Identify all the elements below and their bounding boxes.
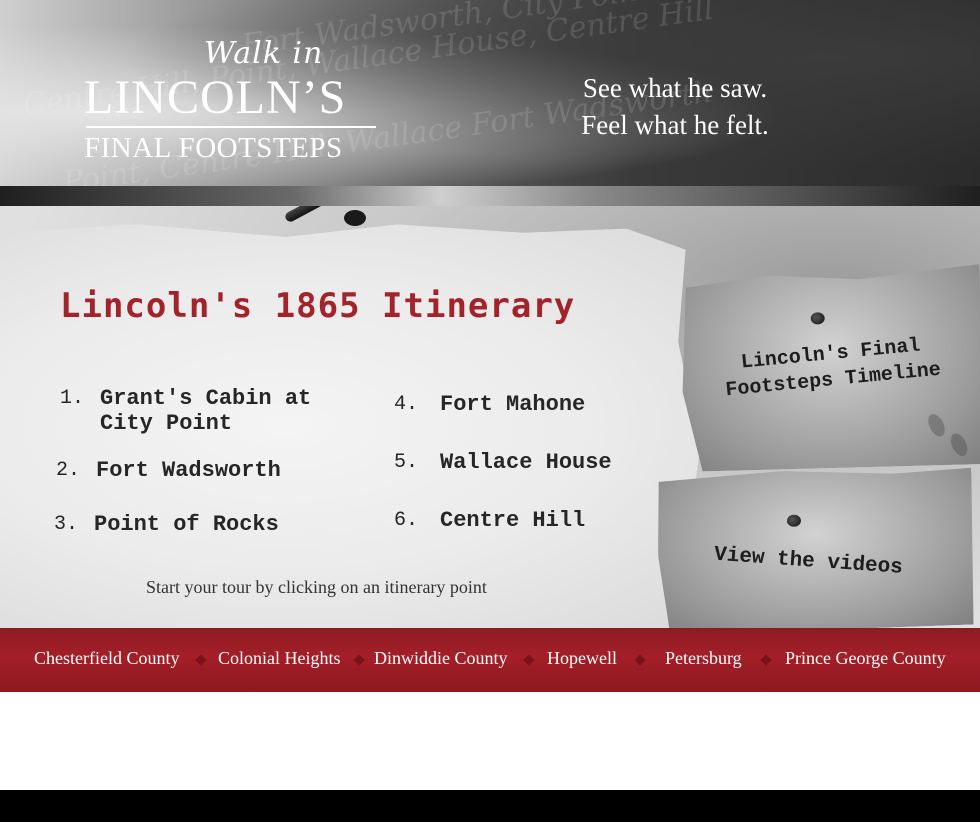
item-number: 1. xyxy=(60,387,85,410)
tagline-line-1: See what he saw. xyxy=(582,73,768,103)
diamond-separator-icon xyxy=(634,654,646,666)
timeline-card-label: Lincoln's Final Footsteps Timeline xyxy=(724,334,942,403)
timeline-card[interactable]: Lincoln's Final Footsteps Timeline xyxy=(679,264,980,472)
item-label: Fort Wadsworth xyxy=(96,458,281,483)
item-label: Fort Mahone xyxy=(440,392,586,417)
videos-card[interactable]: View the videos xyxy=(655,465,976,636)
diamond-separator-icon xyxy=(760,654,772,666)
itinerary-item-fort-mahone[interactable]: 4. Fort Mahone xyxy=(394,392,654,420)
item-number: 6. xyxy=(394,509,419,532)
videos-card-label: View the videos xyxy=(713,543,904,580)
footprint-icon xyxy=(925,411,948,439)
header-divider-band xyxy=(0,186,980,206)
pin-icon xyxy=(787,515,801,527)
footer-strip xyxy=(0,790,980,822)
item-number: 5. xyxy=(394,451,419,474)
itinerary-item-point-of-rocks[interactable]: 3. Point of Rocks xyxy=(54,512,354,540)
item-label: Point of Rocks xyxy=(94,512,279,537)
county-link-chesterfield[interactable]: Chesterfield County xyxy=(34,648,179,669)
county-link-petersburg[interactable]: Petersburg xyxy=(665,648,742,669)
logo-final-footsteps: FINAL FOOTSTEPS xyxy=(84,132,343,164)
pin-icon xyxy=(811,312,825,324)
tagline-line-2: Feel what he felt. xyxy=(581,110,769,140)
nail-head-icon xyxy=(344,210,366,226)
item-number: 3. xyxy=(54,513,79,536)
header-banner: Fort Wadsworth, City Point Centre Hill, … xyxy=(0,0,980,190)
diamond-separator-icon xyxy=(523,654,535,666)
itinerary-item-grants-cabin[interactable]: 1. Grant's Cabin at City Point xyxy=(60,386,360,438)
logo-walk-in: Walk in xyxy=(204,36,324,71)
county-link-colonial-heights[interactable]: Colonial Heights xyxy=(218,648,341,669)
logo-lincolns: LINCOLN’S xyxy=(84,71,347,124)
diamond-separator-icon xyxy=(353,654,365,666)
county-link-prince-george[interactable]: Prince George County xyxy=(785,648,946,669)
item-number: 2. xyxy=(56,459,81,482)
item-label: Centre Hill xyxy=(440,508,586,533)
itinerary-item-fort-wadsworth[interactable]: 2. Fort Wadsworth xyxy=(56,458,356,486)
county-link-hopewell[interactable]: Hopewell xyxy=(547,648,617,669)
item-label: Grant's Cabin at City Point xyxy=(100,386,312,436)
item-label: Wallace House xyxy=(440,450,612,475)
footprint-icon xyxy=(947,431,970,459)
diamond-separator-icon xyxy=(195,654,207,666)
item-number: 4. xyxy=(394,393,419,416)
county-nav: Chesterfield County Colonial Heights Din… xyxy=(0,628,980,692)
itinerary-title: Lincoln's 1865 Itinerary xyxy=(60,286,576,326)
itinerary-item-wallace-house[interactable]: 5. Wallace House xyxy=(394,450,654,478)
logo-divider xyxy=(86,126,376,128)
county-link-dinwiddie[interactable]: Dinwiddie County xyxy=(374,648,508,669)
itinerary-item-centre-hill[interactable]: 6. Centre Hill xyxy=(394,508,654,536)
tour-hint: Start your tour by clicking on an itiner… xyxy=(146,577,487,597)
tagline: See what he saw. Feel what he felt. xyxy=(545,70,805,144)
